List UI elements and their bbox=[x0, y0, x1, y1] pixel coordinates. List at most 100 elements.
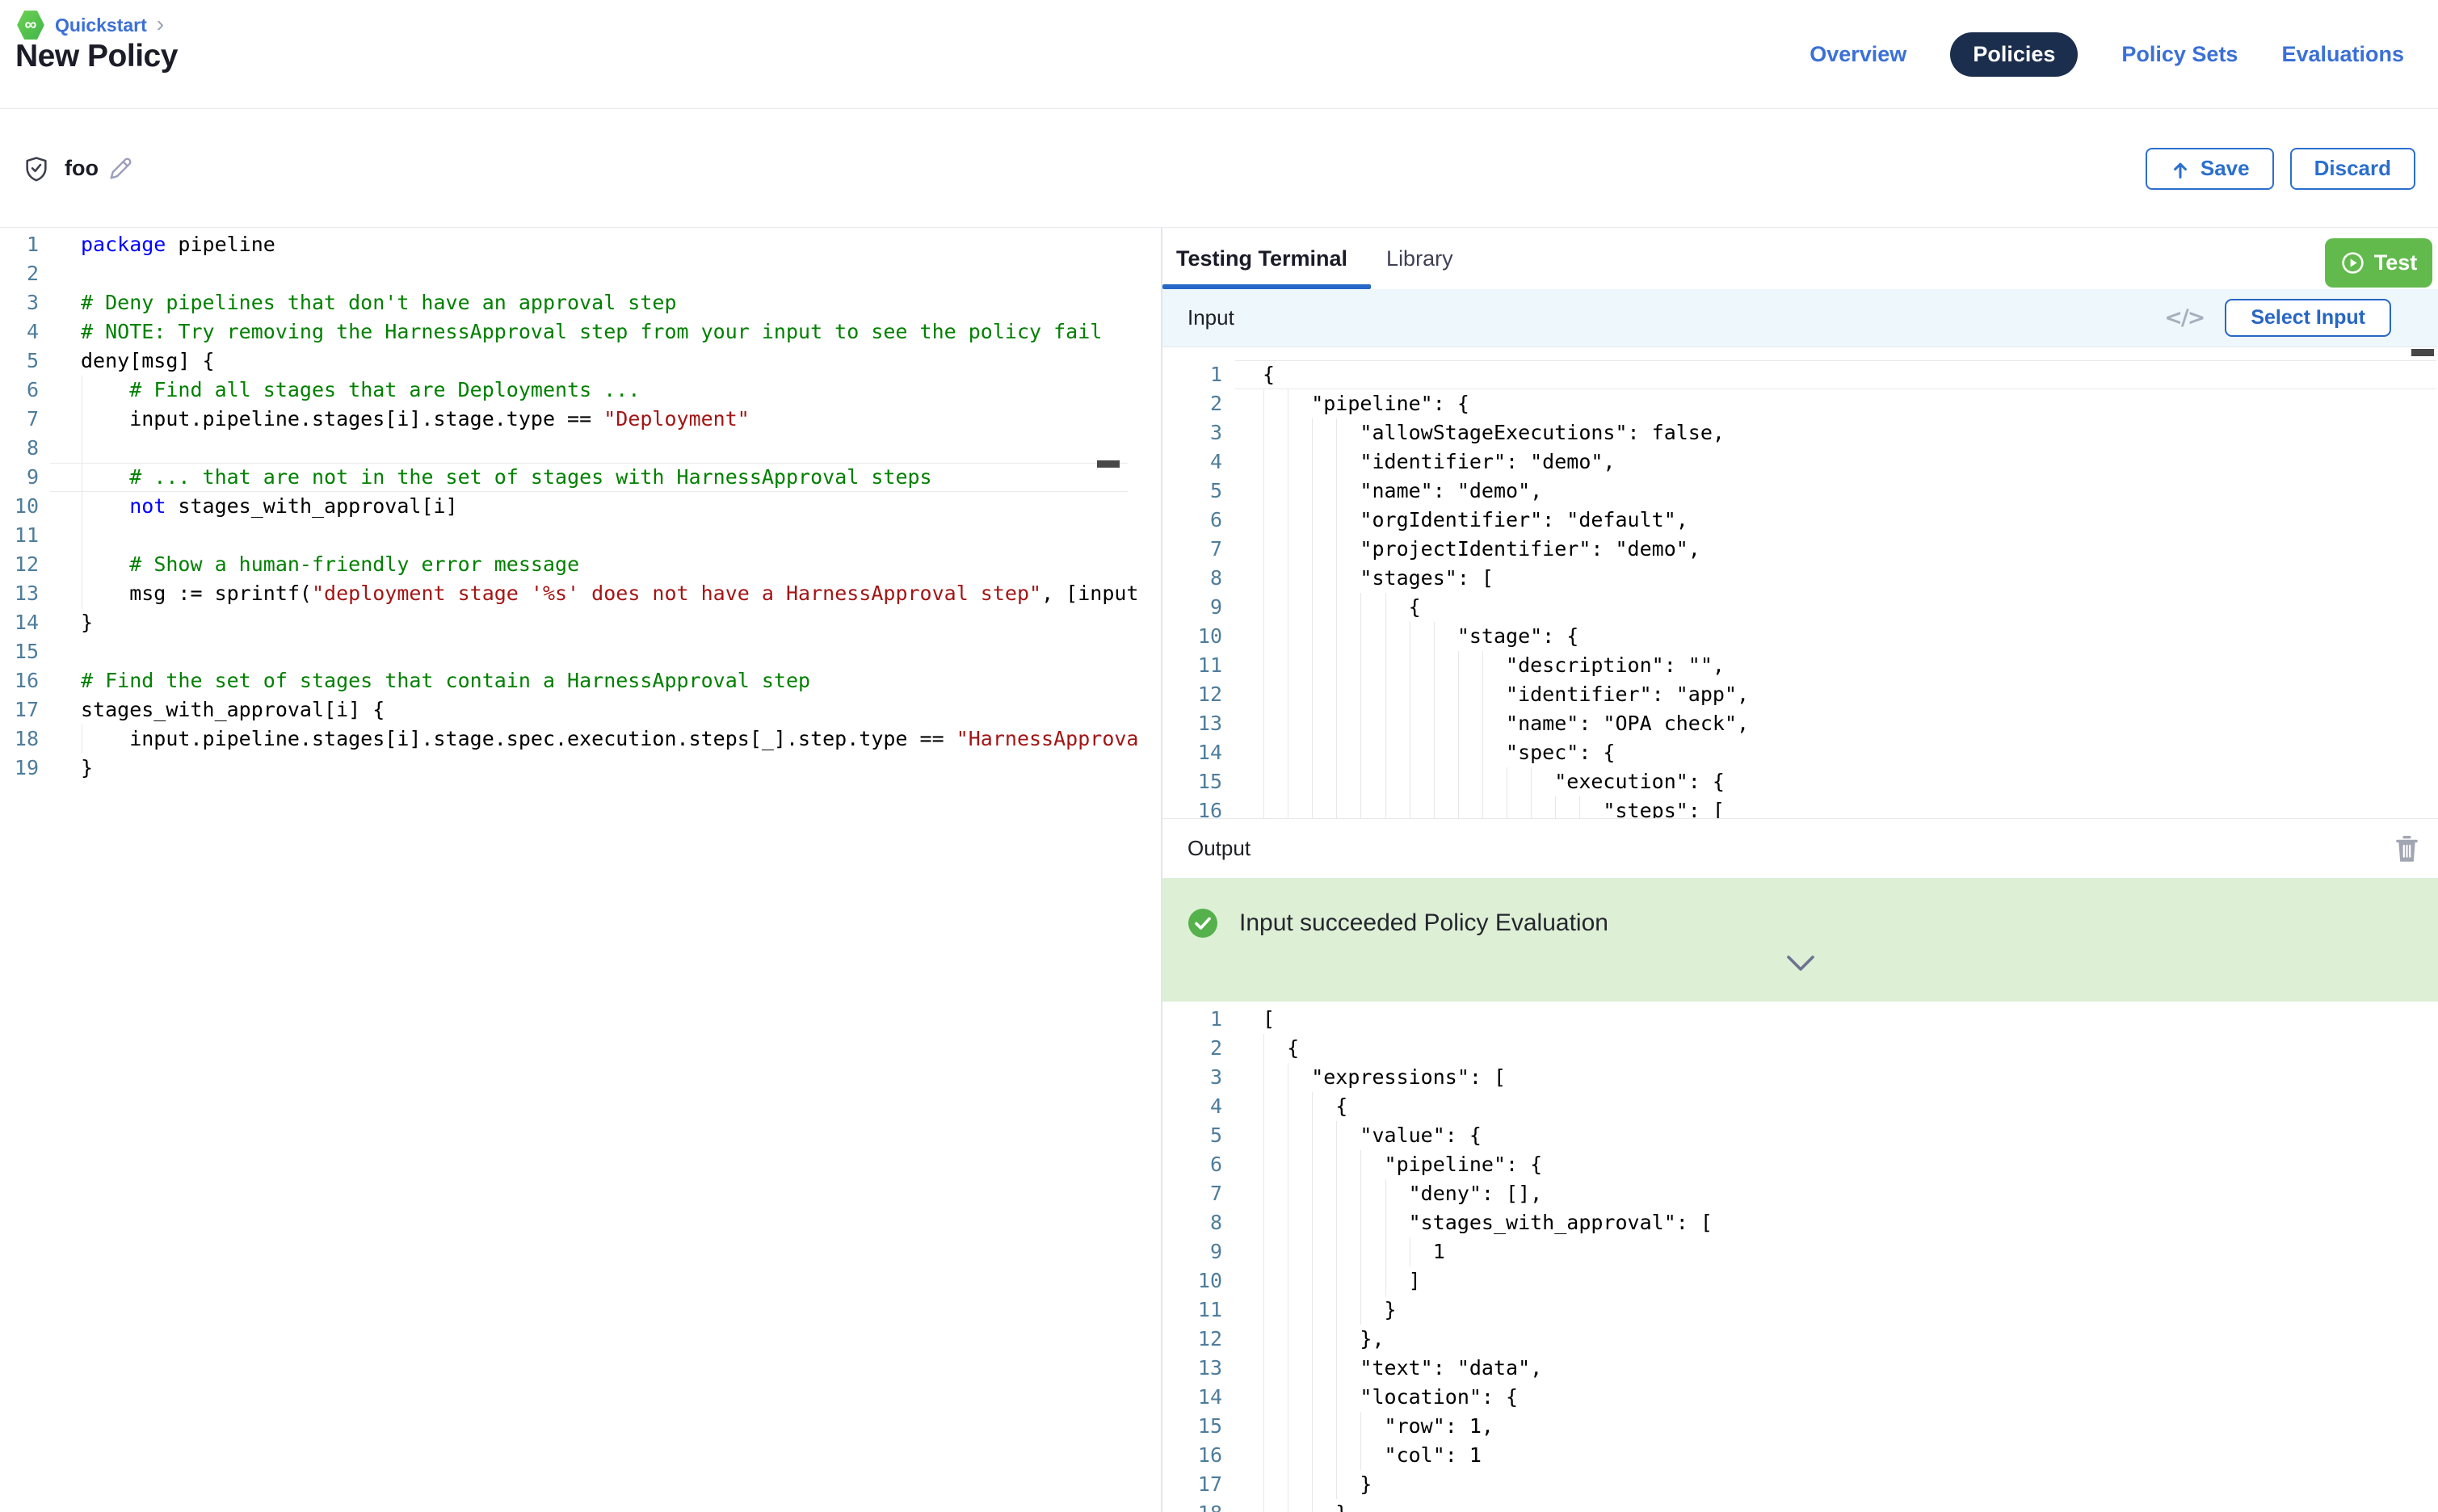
code-line[interactable]: 6 # Find all stages that are Deployments… bbox=[0, 376, 1137, 405]
code-line[interactable]: 11 bbox=[0, 521, 1137, 550]
code-line[interactable]: 6 "pipeline": { bbox=[1162, 1150, 2438, 1179]
code-text: "allowStageExecutions": false, bbox=[1222, 418, 1725, 447]
line-number: 13 bbox=[1162, 709, 1222, 738]
code-line[interactable]: 10 not stages_with_approval[i] bbox=[0, 492, 1137, 521]
code-line[interactable]: 8 "stages_with_approval": [ bbox=[1162, 1208, 2438, 1237]
line-number: 16 bbox=[1162, 796, 1222, 818]
code-text: "row": 1, bbox=[1222, 1412, 1494, 1441]
nav-tab-policy-sets[interactable]: Policy Sets bbox=[2121, 42, 2238, 67]
code-line[interactable]: 8 "stages": [ bbox=[1162, 564, 2438, 593]
code-text: { bbox=[1222, 593, 1421, 622]
code-line[interactable]: 1[ bbox=[1162, 1005, 2438, 1034]
code-line[interactable]: 16 "col": 1 bbox=[1162, 1441, 2438, 1470]
code-line[interactable]: 3 "expressions": [ bbox=[1162, 1063, 2438, 1092]
code-line[interactable]: 11 } bbox=[1162, 1296, 2438, 1325]
code-line[interactable]: 14 "location": { bbox=[1162, 1383, 2438, 1412]
code-line[interactable]: 7 input.pipeline.stages[i].stage.type ==… bbox=[0, 405, 1137, 434]
code-line[interactable]: 2 "pipeline": { bbox=[1162, 389, 2438, 418]
code-line[interactable]: 12 # Show a human-friendly error message bbox=[0, 550, 1137, 579]
code-line[interactable]: 9 { bbox=[1162, 593, 2438, 622]
code-view-icon[interactable]: </> bbox=[2164, 305, 2204, 330]
code-line[interactable]: 5 "value": { bbox=[1162, 1121, 2438, 1150]
line-number: 14 bbox=[1162, 1383, 1222, 1412]
active-tab-underline bbox=[1162, 284, 1371, 289]
code-line[interactable]: 5deny[msg] { bbox=[0, 346, 1137, 376]
code-line[interactable]: 7 "projectIdentifier": "demo", bbox=[1162, 535, 2438, 564]
code-line[interactable]: 18 } bbox=[1162, 1499, 2438, 1512]
code-line[interactable]: 3# Deny pipelines that don't have an app… bbox=[0, 288, 1137, 317]
code-text: msg := sprintf("deployment stage '%s' do… bbox=[39, 579, 1137, 608]
nav-tab-overview[interactable]: Overview bbox=[1810, 42, 1906, 67]
line-number: 5 bbox=[1162, 477, 1222, 506]
save-button[interactable]: Save bbox=[2146, 148, 2274, 190]
code-line[interactable]: 4# NOTE: Try removing the HarnessApprova… bbox=[0, 317, 1137, 346]
policy-code-editor[interactable]: 1package pipeline23# Deny pipelines that… bbox=[0, 228, 1137, 1512]
code-text: # Find the set of stages that contain a … bbox=[39, 666, 810, 695]
code-line[interactable]: 18 input.pipeline.stages[i].stage.spec.e… bbox=[0, 724, 1137, 754]
code-line[interactable]: 14 "spec": { bbox=[1162, 738, 2438, 767]
code-line[interactable]: 13 msg := sprintf("deployment stage '%s'… bbox=[0, 579, 1137, 608]
code-line[interactable]: 3 "allowStageExecutions": false, bbox=[1162, 418, 2438, 447]
code-line[interactable]: 12 }, bbox=[1162, 1325, 2438, 1354]
code-text: # NOTE: Try removing the HarnessApproval… bbox=[39, 317, 1102, 346]
output-json-editor[interactable]: 1[2 {3 "expressions": [4 {5 "value": {6 … bbox=[1162, 1002, 2438, 1512]
output-section-header: Output bbox=[1162, 818, 2438, 878]
code-line[interactable]: 5 "name": "demo", bbox=[1162, 477, 2438, 506]
line-number: 19 bbox=[0, 754, 39, 783]
code-line[interactable]: 12 "identifier": "app", bbox=[1162, 680, 2438, 709]
code-line[interactable]: 9 # ... that are not in the set of stage… bbox=[0, 463, 1137, 492]
line-number: 17 bbox=[1162, 1470, 1222, 1499]
code-line[interactable]: 17 } bbox=[1162, 1470, 2438, 1499]
code-line[interactable]: 6 "orgIdentifier": "default", bbox=[1162, 506, 2438, 535]
tab-testing-terminal[interactable]: Testing Terminal bbox=[1176, 246, 1347, 271]
code-line[interactable]: 17stages_with_approval[i] { bbox=[0, 695, 1137, 724]
line-number: 2 bbox=[1162, 1034, 1222, 1063]
code-line[interactable]: 2 { bbox=[1162, 1034, 2438, 1063]
line-number: 1 bbox=[0, 230, 39, 259]
nav-tab-policies[interactable]: Policies bbox=[1950, 32, 2078, 77]
tab-library[interactable]: Library bbox=[1386, 246, 1453, 271]
test-button[interactable]: Test bbox=[2325, 238, 2432, 288]
line-number: 8 bbox=[1162, 564, 1222, 593]
line-number: 2 bbox=[1162, 389, 1222, 418]
code-line[interactable]: 1{ bbox=[1162, 360, 2438, 389]
code-line[interactable]: 16# Find the set of stages that contain … bbox=[0, 666, 1137, 695]
code-line[interactable]: 14} bbox=[0, 608, 1137, 637]
code-line[interactable]: 16 "steps": [ bbox=[1162, 796, 2438, 818]
line-number: 1 bbox=[1162, 360, 1222, 389]
code-text: "identifier": "demo", bbox=[1222, 447, 1616, 477]
code-line[interactable]: 7 "deny": [], bbox=[1162, 1179, 2438, 1208]
code-line[interactable]: 19} bbox=[0, 754, 1137, 783]
success-check-icon bbox=[1187, 908, 1218, 939]
edit-name-button[interactable] bbox=[107, 155, 134, 183]
line-number: 13 bbox=[0, 579, 39, 608]
code-line[interactable]: 2 bbox=[0, 259, 1137, 288]
nav-tab-evaluations[interactable]: Evaluations bbox=[2281, 42, 2404, 67]
code-line[interactable]: 10 ] bbox=[1162, 1266, 2438, 1296]
code-line[interactable]: 11 "description": "", bbox=[1162, 651, 2438, 680]
clear-output-trash-icon[interactable] bbox=[2394, 834, 2420, 863]
code-line[interactable]: 1package pipeline bbox=[0, 230, 1137, 259]
code-line[interactable]: 15 "execution": { bbox=[1162, 767, 2438, 796]
code-line[interactable]: 8 bbox=[0, 434, 1137, 463]
line-number: 17 bbox=[0, 695, 39, 724]
code-line[interactable]: 4 "identifier": "demo", bbox=[1162, 447, 2438, 477]
code-line[interactable]: 13 "name": "OPA check", bbox=[1162, 709, 2438, 738]
select-input-button[interactable]: Select Input bbox=[2225, 299, 2391, 337]
input-json-editor[interactable]: 1{2 "pipeline": {3 "allowStageExecutions… bbox=[1162, 347, 2438, 818]
code-line[interactable]: 10 "stage": { bbox=[1162, 622, 2438, 651]
code-text bbox=[39, 637, 81, 666]
line-number: 6 bbox=[0, 376, 39, 405]
code-line[interactable]: 15 bbox=[0, 637, 1137, 666]
discard-button[interactable]: Discard bbox=[2290, 148, 2415, 190]
code-line[interactable]: 9 1 bbox=[1162, 1237, 2438, 1266]
code-line[interactable]: 4 { bbox=[1162, 1092, 2438, 1121]
code-text: package pipeline bbox=[39, 230, 275, 259]
code-line[interactable]: 13 "text": "data", bbox=[1162, 1354, 2438, 1383]
line-number: 10 bbox=[1162, 622, 1222, 651]
expand-result-chevron-icon[interactable] bbox=[1786, 955, 1815, 972]
current-line-highlight bbox=[1235, 360, 2436, 389]
code-line[interactable]: 15 "row": 1, bbox=[1162, 1412, 2438, 1441]
breadcrumb-chevron-icon: › bbox=[157, 13, 164, 36]
breadcrumb-project-link[interactable]: Quickstart bbox=[55, 15, 147, 36]
